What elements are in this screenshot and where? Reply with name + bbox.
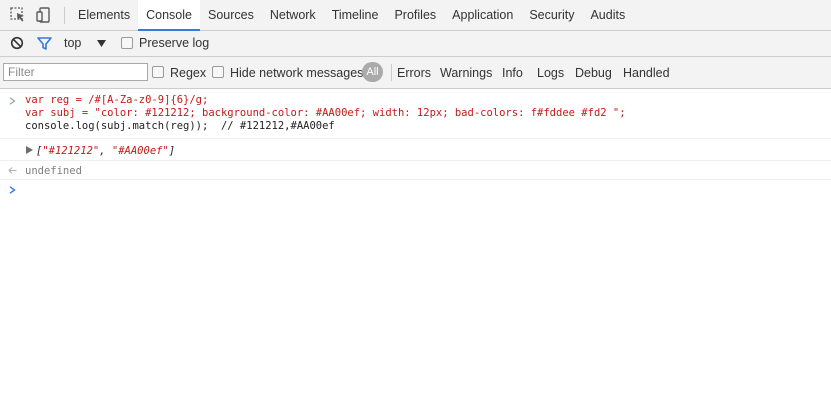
expand-triangle-icon[interactable] <box>26 146 33 154</box>
inspect-element-icon[interactable] <box>9 6 27 24</box>
array-comma: , <box>99 145 112 157</box>
tab-network[interactable]: Network <box>262 0 324 31</box>
level-separator <box>391 64 392 81</box>
regex-checkbox[interactable] <box>152 66 164 78</box>
result-value: undefined <box>25 165 82 177</box>
console-result-entry[interactable]: undefined <box>0 161 831 180</box>
code-line-3: console.log(subj.match(reg)); // #121212… <box>25 120 335 132</box>
hide-network-label: Hide network messages <box>230 66 364 80</box>
tab-elements[interactable]: Elements <box>70 0 138 31</box>
level-info-button[interactable]: Info <box>502 66 523 80</box>
console-messages[interactable]: var reg = /#[A-Za-z0-9]{6}/g; var subj =… <box>0 89 831 410</box>
preserve-log-label: Preserve log <box>139 36 210 50</box>
array-item: "#121212" <box>42 145 100 157</box>
level-handled-button[interactable]: Handled <box>623 66 670 80</box>
code-line-1: var reg = /#[A-Za-z0-9]{6}/g; <box>25 94 209 106</box>
level-warnings-button[interactable]: Warnings <box>440 66 492 80</box>
devtools-tabbar: Elements Console Sources Network Timelin… <box>0 0 831 31</box>
code-line-2: var subj = "color: #121212; background-c… <box>25 107 626 119</box>
clear-console-icon[interactable] <box>10 36 24 50</box>
tab-sources[interactable]: Sources <box>200 0 262 31</box>
console-input-entry[interactable]: var reg = /#[A-Za-z0-9]{6}/g; var subj =… <box>0 91 831 139</box>
tab-audits[interactable]: Audits <box>582 0 633 31</box>
context-selector[interactable]: top <box>64 36 81 50</box>
log-array-preview[interactable]: ["#121212", "#AA00ef"] <box>36 145 175 157</box>
prompt-chevron-icon <box>9 186 16 194</box>
level-debug-button[interactable]: Debug <box>575 66 612 80</box>
tab-console[interactable]: Console <box>138 0 200 31</box>
filter-input[interactable] <box>3 63 148 81</box>
regex-label: Regex <box>170 66 207 80</box>
console-toolbar: top Preserve log <box>0 31 831 57</box>
array-item: "#AA00ef" <box>111 145 169 157</box>
result-arrow-icon <box>8 167 17 174</box>
array-close-bracket: ] <box>168 145 176 157</box>
tab-timeline[interactable]: Timeline <box>324 0 387 31</box>
level-logs-button[interactable]: Logs <box>537 66 564 80</box>
level-all-button[interactable]: All <box>362 62 383 82</box>
console-log-entry[interactable]: ["#121212", "#AA00ef"] <box>0 141 831 161</box>
filter-icon[interactable] <box>37 36 52 51</box>
panel-tabs: Elements Console Sources Network Timelin… <box>70 0 633 31</box>
preserve-log-checkbox[interactable] <box>121 37 133 49</box>
chevron-down-icon[interactable] <box>97 40 106 47</box>
device-mode-icon[interactable] <box>35 6 53 24</box>
console-prompt[interactable] <box>0 180 831 200</box>
toolbar-separator <box>64 7 65 24</box>
input-chevron-icon <box>9 97 16 105</box>
level-errors-button[interactable]: Errors <box>397 66 431 80</box>
tab-security[interactable]: Security <box>521 0 582 31</box>
tab-application[interactable]: Application <box>444 0 521 31</box>
tab-profiles[interactable]: Profiles <box>386 0 444 31</box>
hide-network-checkbox[interactable] <box>212 66 224 78</box>
